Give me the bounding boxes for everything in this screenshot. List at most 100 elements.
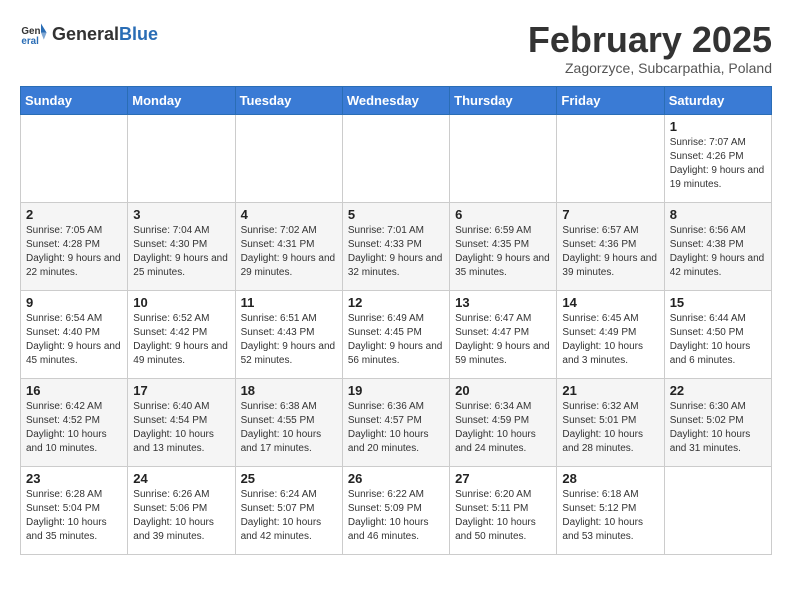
calendar-cell: 5 Sunrise: 7:01 AM Sunset: 4:33 PM Daylig… xyxy=(342,202,449,290)
calendar-cell: 12 Sunrise: 6:49 AM Sunset: 4:45 PM Dayli… xyxy=(342,290,449,378)
calendar-cell: 27 Sunrise: 6:20 AM Sunset: 5:11 PM Dayli… xyxy=(450,466,557,554)
day-number: 19 xyxy=(348,383,444,398)
weekday-header: Wednesday xyxy=(342,86,449,114)
weekday-header: Monday xyxy=(128,86,235,114)
day-info: Sunrise: 6:59 AM Sunset: 4:35 PM Dayligh… xyxy=(455,224,551,280)
day-number: 16 xyxy=(26,383,122,398)
calendar-cell xyxy=(664,466,771,554)
calendar-cell: 17Sunrise: 6:40 AM Sunset: 4:54 PM Dayli… xyxy=(128,378,235,466)
day-info: Sunrise: 6:30 AM Sunset: 5:02 PM Dayligh… xyxy=(670,400,766,456)
day-number: 22 xyxy=(670,383,766,398)
day-number: 2 xyxy=(26,207,122,222)
calendar-cell: 24 Sunrise: 6:26 AM Sunset: 5:06 PM Dayli… xyxy=(128,466,235,554)
calendar-cell xyxy=(342,114,449,202)
month-title: February 2025 xyxy=(528,20,772,60)
day-number: 26 xyxy=(348,471,444,486)
day-info: Sunrise: 6:45 AM Sunset: 4:49 PM Dayligh… xyxy=(562,312,658,368)
day-info: Sunrise: 6:52 AM Sunset: 4:42 PM Dayligh… xyxy=(133,312,229,368)
day-number: 23 xyxy=(26,471,122,486)
calendar-week-row: 1 Sunrise: 7:07 AM Sunset: 4:26 PM Daylig… xyxy=(21,114,772,202)
calendar-cell: 25 Sunrise: 6:24 AM Sunset: 5:07 PM Dayli… xyxy=(235,466,342,554)
calendar-week-row: 23 Sunrise: 6:28 AM Sunset: 5:04 PM Dayli… xyxy=(21,466,772,554)
day-number: 25 xyxy=(241,471,337,486)
calendar-cell: 22 Sunrise: 6:30 AM Sunset: 5:02 PM Dayli… xyxy=(664,378,771,466)
day-info: Sunrise: 6:32 AM Sunset: 5:01 PM Dayligh… xyxy=(562,400,658,456)
day-info: Sunrise: 6:34 AM Sunset: 4:59 PM Dayligh… xyxy=(455,400,551,456)
calendar-cell xyxy=(21,114,128,202)
day-number: 15 xyxy=(670,295,766,310)
svg-text:eral: eral xyxy=(21,36,39,47)
day-number: 12 xyxy=(348,295,444,310)
day-number: 4 xyxy=(241,207,337,222)
header: Gen eral General Blue February 2025 Zago… xyxy=(20,20,772,76)
logo-icon: Gen eral xyxy=(20,20,48,48)
calendar-cell: 8 Sunrise: 6:56 AM Sunset: 4:38 PM Daylig… xyxy=(664,202,771,290)
day-info: Sunrise: 6:24 AM Sunset: 5:07 PM Dayligh… xyxy=(241,488,337,544)
calendar-cell xyxy=(557,114,664,202)
day-number: 1 xyxy=(670,119,766,134)
calendar-cell: 15Sunrise: 6:44 AM Sunset: 4:50 PM Dayli… xyxy=(664,290,771,378)
day-number: 3 xyxy=(133,207,229,222)
day-number: 20 xyxy=(455,383,551,398)
day-info: Sunrise: 6:56 AM Sunset: 4:38 PM Dayligh… xyxy=(670,224,766,280)
day-number: 11 xyxy=(241,295,337,310)
day-number: 24 xyxy=(133,471,229,486)
logo-general: General xyxy=(52,24,119,45)
calendar-cell: 21 Sunrise: 6:32 AM Sunset: 5:01 PM Dayli… xyxy=(557,378,664,466)
day-info: Sunrise: 7:04 AM Sunset: 4:30 PM Dayligh… xyxy=(133,224,229,280)
day-info: Sunrise: 7:05 AM Sunset: 4:28 PM Dayligh… xyxy=(26,224,122,280)
calendar-cell: 3 Sunrise: 7:04 AM Sunset: 4:30 PM Daylig… xyxy=(128,202,235,290)
weekday-header: Friday xyxy=(557,86,664,114)
day-info: Sunrise: 6:22 AM Sunset: 5:09 PM Dayligh… xyxy=(348,488,444,544)
day-number: 5 xyxy=(348,207,444,222)
day-info: Sunrise: 6:26 AM Sunset: 5:06 PM Dayligh… xyxy=(133,488,229,544)
calendar-cell: 16Sunrise: 6:42 AM Sunset: 4:52 PM Dayli… xyxy=(21,378,128,466)
logo: Gen eral General Blue xyxy=(20,20,158,48)
day-info: Sunrise: 6:51 AM Sunset: 4:43 PM Dayligh… xyxy=(241,312,337,368)
day-info: Sunrise: 6:36 AM Sunset: 4:57 PM Dayligh… xyxy=(348,400,444,456)
calendar-cell: 1 Sunrise: 7:07 AM Sunset: 4:26 PM Daylig… xyxy=(664,114,771,202)
day-number: 8 xyxy=(670,207,766,222)
day-info: Sunrise: 6:18 AM Sunset: 5:12 PM Dayligh… xyxy=(562,488,658,544)
calendar-cell xyxy=(235,114,342,202)
weekday-header: Sunday xyxy=(21,86,128,114)
day-info: Sunrise: 6:28 AM Sunset: 5:04 PM Dayligh… xyxy=(26,488,122,544)
calendar-cell: 13Sunrise: 6:47 AM Sunset: 4:47 PM Dayli… xyxy=(450,290,557,378)
calendar-cell: 4 Sunrise: 7:02 AM Sunset: 4:31 PM Daylig… xyxy=(235,202,342,290)
weekday-header: Thursday xyxy=(450,86,557,114)
calendar-week-row: 9 Sunrise: 6:54 AM Sunset: 4:40 PM Daylig… xyxy=(21,290,772,378)
day-number: 28 xyxy=(562,471,658,486)
calendar-cell xyxy=(128,114,235,202)
calendar-cell: 23 Sunrise: 6:28 AM Sunset: 5:04 PM Dayli… xyxy=(21,466,128,554)
day-info: Sunrise: 6:20 AM Sunset: 5:11 PM Dayligh… xyxy=(455,488,551,544)
location-subtitle: Zagorzyce, Subcarpathia, Poland xyxy=(528,60,772,76)
calendar-cell: 26 Sunrise: 6:22 AM Sunset: 5:09 PM Dayli… xyxy=(342,466,449,554)
day-number: 21 xyxy=(562,383,658,398)
calendar-cell: 11 Sunrise: 6:51 AM Sunset: 4:43 PM Dayli… xyxy=(235,290,342,378)
calendar-week-row: 2 Sunrise: 7:05 AM Sunset: 4:28 PM Daylig… xyxy=(21,202,772,290)
calendar-cell: 28 Sunrise: 6:18 AM Sunset: 5:12 PM Dayli… xyxy=(557,466,664,554)
day-number: 27 xyxy=(455,471,551,486)
weekday-header: Tuesday xyxy=(235,86,342,114)
title-area: February 2025 Zagorzyce, Subcarpathia, P… xyxy=(528,20,772,76)
day-info: Sunrise: 6:38 AM Sunset: 4:55 PM Dayligh… xyxy=(241,400,337,456)
calendar-cell xyxy=(450,114,557,202)
day-info: Sunrise: 7:02 AM Sunset: 4:31 PM Dayligh… xyxy=(241,224,337,280)
day-number: 14 xyxy=(562,295,658,310)
weekday-header: Saturday xyxy=(664,86,771,114)
day-info: Sunrise: 7:07 AM Sunset: 4:26 PM Dayligh… xyxy=(670,136,766,192)
calendar-cell: 19 Sunrise: 6:36 AM Sunset: 4:57 PM Dayli… xyxy=(342,378,449,466)
day-number: 9 xyxy=(26,295,122,310)
day-number: 6 xyxy=(455,207,551,222)
day-info: Sunrise: 6:49 AM Sunset: 4:45 PM Dayligh… xyxy=(348,312,444,368)
day-info: Sunrise: 7:01 AM Sunset: 4:33 PM Dayligh… xyxy=(348,224,444,280)
logo-blue: Blue xyxy=(119,24,158,45)
calendar-cell: 20 Sunrise: 6:34 AM Sunset: 4:59 PM Dayli… xyxy=(450,378,557,466)
day-info: Sunrise: 6:40 AM Sunset: 4:54 PM Dayligh… xyxy=(133,400,229,456)
day-number: 10 xyxy=(133,295,229,310)
header-row: SundayMondayTuesdayWednesdayThursdayFrid… xyxy=(21,86,772,114)
day-info: Sunrise: 6:54 AM Sunset: 4:40 PM Dayligh… xyxy=(26,312,122,368)
calendar-cell: 18Sunrise: 6:38 AM Sunset: 4:55 PM Dayli… xyxy=(235,378,342,466)
calendar-cell: 9 Sunrise: 6:54 AM Sunset: 4:40 PM Daylig… xyxy=(21,290,128,378)
day-number: 7 xyxy=(562,207,658,222)
